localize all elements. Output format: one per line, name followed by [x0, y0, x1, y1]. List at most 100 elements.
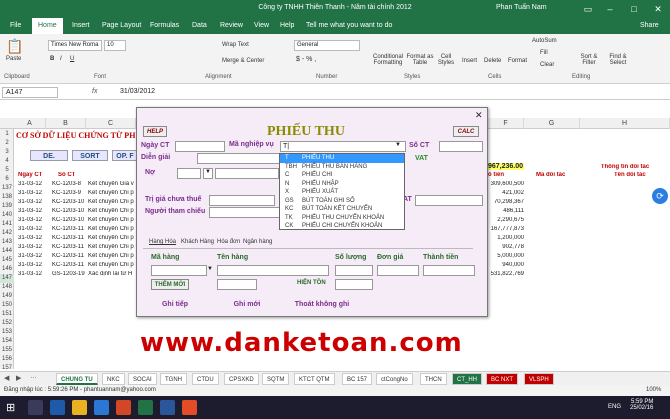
cell-text[interactable]: Kết chuyển Giá v	[88, 181, 136, 187]
row-header[interactable]: 149	[0, 292, 14, 301]
cell-date[interactable]: 31-03-12	[18, 262, 42, 268]
merge-center-button[interactable]: Merge & Center	[222, 58, 264, 64]
conditional-formatting-button[interactable]: Conditional Formatting	[368, 54, 408, 66]
subtab-hoa-don[interactable]: Hóa đơn	[217, 239, 240, 245]
cell-amount[interactable]: 2,290,675	[488, 217, 524, 223]
cell-amount[interactable]: 531,822,769	[488, 271, 524, 277]
italic-icon[interactable]: I	[60, 56, 62, 62]
close-icon[interactable]: ✕	[648, 2, 668, 16]
sheet-tab-tgnh[interactable]: TGNH	[160, 373, 187, 385]
cell-date[interactable]: 31-03-12	[18, 199, 42, 205]
font-size-select[interactable]: 10	[104, 40, 126, 51]
column-header-a[interactable]: A	[14, 118, 46, 129]
windows-start-icon[interactable]: ⊞	[6, 401, 15, 414]
ma-hang-dropdown-icon[interactable]: ▼	[207, 266, 213, 272]
cell-text[interactable]: Kết chuyển Chi p	[88, 262, 136, 268]
row-header[interactable]: 138	[0, 193, 14, 202]
row-header[interactable]: 155	[0, 346, 14, 355]
tab-page-layout[interactable]: Page Layout	[96, 18, 147, 34]
store-icon[interactable]	[94, 400, 109, 415]
so-ct-input[interactable]	[439, 141, 483, 152]
cell-amount[interactable]: 5,000,000	[488, 253, 524, 259]
zoom-level[interactable]: 100%	[646, 387, 661, 393]
subtab-hang-hoa[interactable]: Hàng Hóa	[149, 239, 176, 245]
dropdown-option[interactable]: KC BÚT TOÁN KẾT CHUYỂN	[280, 205, 404, 214]
dialog-close-icon[interactable]: ✕	[475, 110, 483, 121]
ribbon-display-icon[interactable]: ▭	[578, 2, 598, 16]
minimize-icon[interactable]: –	[600, 2, 620, 16]
row-header[interactable]: 150	[0, 301, 14, 310]
maximize-icon[interactable]: □	[624, 2, 644, 16]
more-tabs-icon[interactable]: …	[30, 373, 37, 380]
sheet-tab-ctdu[interactable]: CTDU	[192, 373, 219, 385]
cell-text[interactable]: Kết chuyển Chi p	[88, 208, 136, 214]
find-select-button[interactable]: Find & Select	[604, 54, 632, 66]
cell-so[interactable]: KC-1203-11	[52, 253, 84, 259]
so-luong-input[interactable]	[335, 265, 373, 276]
tab-view[interactable]: View	[248, 18, 275, 34]
subtab-khach-hang[interactable]: Khách Hàng	[181, 239, 214, 245]
no-dropdown-icon[interactable]: ▼	[203, 168, 213, 179]
sort-filter-button[interactable]: Sort & Filter	[574, 54, 604, 66]
bold-icon[interactable]: B	[50, 56, 54, 62]
powerpoint-icon[interactable]	[116, 400, 131, 415]
sheet-tab-thcn[interactable]: THCN	[420, 373, 447, 385]
row-header[interactable]: 3	[0, 148, 14, 157]
tab-insert[interactable]: Insert	[66, 18, 96, 34]
calc-button[interactable]: CALC	[453, 126, 479, 137]
sheet-tab-nkc[interactable]: NKC	[102, 373, 125, 385]
number-format-select[interactable]: General	[294, 40, 360, 51]
dropdown-option[interactable]: TBH PHIẾU THU BÁN HÀNG	[280, 163, 404, 172]
tell-me-box[interactable]: Tell me what you want to do	[300, 18, 398, 34]
clock[interactable]: 5:59 PM 25/02/16	[630, 399, 653, 411]
ton-value-input[interactable]	[335, 279, 373, 290]
ngay-ct-input[interactable]	[175, 141, 225, 152]
cell-amount[interactable]: 309,600,500	[488, 181, 524, 187]
tab-data[interactable]: Data	[186, 18, 213, 34]
cell-amount[interactable]: 902,778	[488, 244, 524, 250]
sheet-tab-ctcongno[interactable]: ctCongNo	[376, 373, 413, 385]
cell-text[interactable]: Kết chuyển Chi p	[88, 235, 136, 241]
no-account-input[interactable]	[177, 168, 201, 179]
column-header-h[interactable]: H	[580, 118, 670, 129]
tab-home[interactable]: Home	[32, 18, 63, 34]
dropdown-option[interactable]: X PHIẾU XUẤT	[280, 188, 404, 197]
row-header[interactable]: 144	[0, 247, 14, 256]
row-header[interactable]: 5	[0, 166, 14, 175]
sheet-tab-cpsxkd[interactable]: CPSXKD	[224, 373, 259, 385]
tab-help[interactable]: Help	[274, 18, 300, 34]
fx-icon[interactable]: fx	[92, 88, 97, 95]
dropdown-option[interactable]: TK PHIẾU THU CHUYỂN KHOẢN	[280, 214, 404, 223]
sheet-tab-vlsph[interactable]: VLSPH	[524, 373, 554, 385]
sheet-tab-bc-nxt[interactable]: BC NXT	[486, 373, 519, 385]
row-header[interactable]: 140	[0, 211, 14, 220]
cell-text[interactable]: Kết chuyển Chi p	[88, 190, 136, 196]
word-icon[interactable]	[160, 400, 175, 415]
ghi-tiep-button[interactable]: Ghi tiếp	[151, 298, 199, 312]
name-box[interactable]: A147	[2, 87, 58, 98]
cell-so[interactable]: KC-1203-11	[52, 262, 84, 268]
row-header[interactable]: 153	[0, 328, 14, 337]
tri-gia-input[interactable]	[209, 195, 275, 206]
cell-text[interactable]: Kết chuyển Chi p	[88, 244, 136, 250]
cell-so[interactable]: KC-1203-10	[52, 217, 84, 223]
cell-date[interactable]: 31-03-12	[18, 244, 42, 250]
cell-styles-button[interactable]: Cell Styles	[436, 54, 456, 66]
cell-date[interactable]: 31-03-12	[18, 226, 42, 232]
row-header[interactable]: 137	[0, 184, 14, 193]
row-header[interactable]: 4	[0, 157, 14, 166]
tab-file[interactable]: File	[4, 18, 27, 34]
share-button[interactable]: Share	[634, 18, 665, 34]
sheet-tab-bc-157[interactable]: BC 157	[342, 373, 373, 385]
cell-date[interactable]: 31-03-12	[18, 271, 42, 277]
at-input[interactable]	[415, 195, 483, 206]
thanh-tien-input[interactable]	[423, 265, 475, 276]
sort-button[interactable]: SORT	[72, 150, 108, 161]
paste-button[interactable]: Paste	[6, 56, 21, 62]
cell-text[interactable]: Xác định lãi từ H	[88, 271, 136, 277]
row-header[interactable]: 143	[0, 238, 14, 247]
dropdown-option[interactable]: CK PHIẾU CHI CHUYỂN KHOẢN	[280, 222, 404, 231]
row-header[interactable]: 1	[0, 130, 14, 139]
cell-so[interactable]: KC-1203-11	[52, 244, 84, 250]
no-name-input[interactable]	[215, 168, 279, 179]
